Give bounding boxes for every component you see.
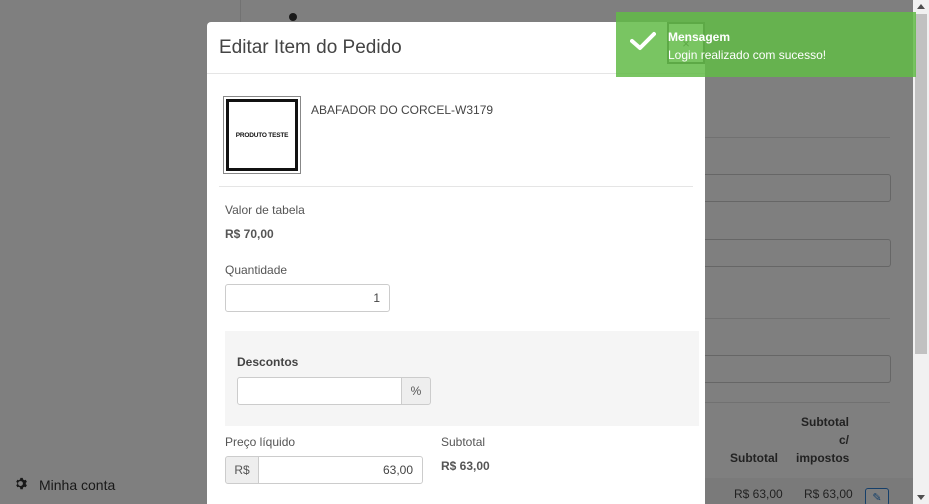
percent-addon: % [401, 377, 431, 405]
subtotal-value: R$ 63,00 [441, 459, 490, 473]
discounts-panel: Descontos % [225, 331, 699, 426]
quantity-label: Quantidade [225, 263, 288, 277]
table-price-label: Valor de tabela [225, 203, 305, 217]
product-name: ABAFADOR DO CORCEL-W3179 [311, 103, 494, 117]
toast-message: Login realizado com sucesso! [668, 48, 827, 62]
net-price-input[interactable]: 63,00 [258, 456, 423, 484]
scroll-up-arrow-icon[interactable] [917, 4, 925, 9]
scroll-down-arrow-icon[interactable] [917, 495, 925, 500]
discounts-label: Descontos [237, 355, 299, 369]
quantity-input[interactable]: 1 [225, 284, 390, 312]
toast-notification[interactable]: Mensagem Login realizado com sucesso! [616, 12, 916, 77]
product-image-label: PRODUTO TESTE [226, 99, 298, 171]
edit-item-modal: Editar Item do Pedido PRODUTO TESTE ABAF… [207, 22, 705, 504]
product-image: PRODUTO TESTE [223, 96, 301, 174]
discount-input[interactable] [237, 377, 403, 405]
table-price-value: R$ 70,00 [225, 227, 274, 241]
scrollbar-thumb[interactable] [915, 14, 927, 354]
toast-title: Mensagem [668, 30, 731, 44]
check-icon [630, 32, 656, 50]
subtotal-label: Subtotal [441, 435, 486, 449]
currency-addon: R$ [225, 456, 259, 484]
divider [219, 186, 693, 187]
net-price-label: Preço líquido [225, 435, 296, 449]
